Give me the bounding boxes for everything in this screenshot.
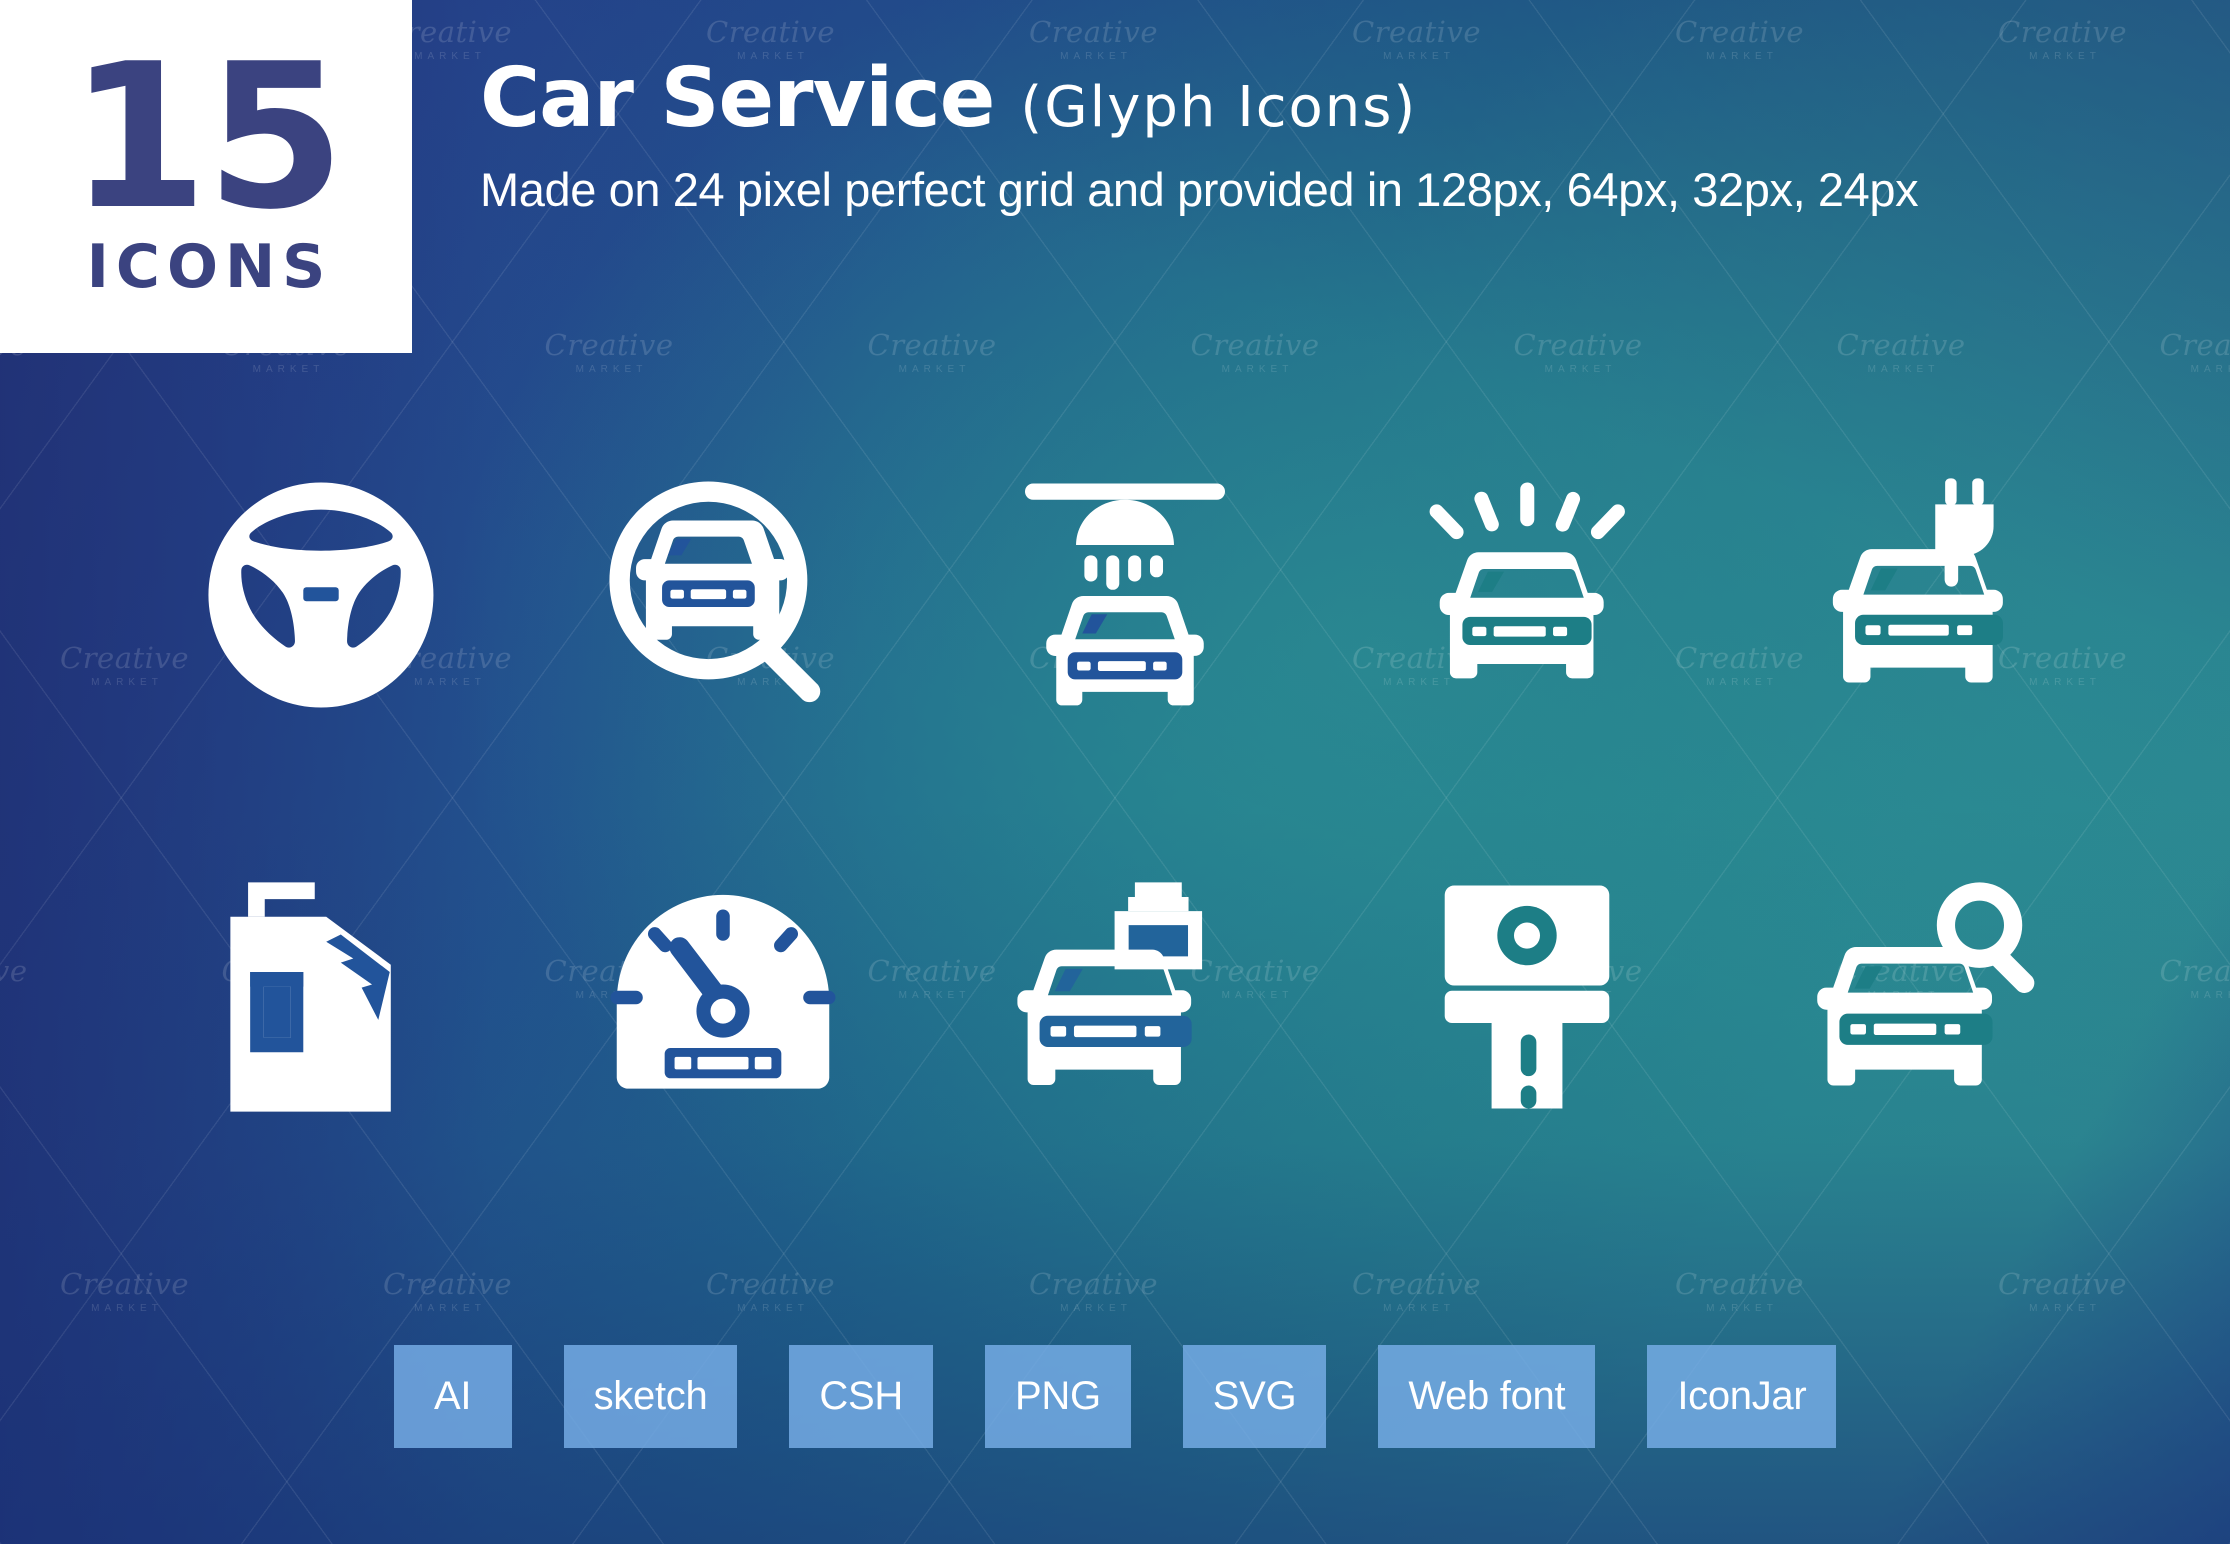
steering-wheel-icon <box>208 482 434 708</box>
icon-count-badge: 15 ICONS <box>0 0 412 353</box>
watermark-sub: MARKET <box>2190 990 2230 1001</box>
watermark: CreativeMARKET <box>1029 18 1158 62</box>
watermark: Creative MARKET <box>868 331 997 375</box>
speedometer-icon <box>610 894 836 1089</box>
page-subtitle: Made on 24 pixel perfect grid and provid… <box>480 163 1919 216</box>
icon-grid <box>120 430 2130 1162</box>
watermark: Creative MARKET <box>706 1270 835 1314</box>
icon-cell-car-inspection[interactable] <box>522 430 924 760</box>
watermark: Creative MARKET <box>2160 331 2230 375</box>
car-wash-icon <box>1025 483 1225 706</box>
watermark-main: Creative <box>1029 15 1158 49</box>
format-chip[interactable]: SVG <box>1182 1345 1327 1448</box>
watermark-sub: MARKET <box>414 1303 486 1314</box>
watermark-sub: MARKET <box>2029 51 2101 62</box>
format-chip[interactable]: sketch <box>563 1345 738 1448</box>
watermark-sub: MARKET <box>1706 1303 1778 1314</box>
watermark-sub: MARKET <box>0 365 27 375</box>
header: Car Service (Glyph Icons) Made on 24 pix… <box>480 58 1919 217</box>
watermark-main: Creative <box>2159 328 2230 362</box>
watermark: Creative MARKET <box>1514 331 1643 375</box>
format-chip[interactable]: IconJar <box>1647 1345 1837 1448</box>
icon-cell-electric-car[interactable] <box>1728 430 2130 760</box>
watermark: Creative MARKET <box>1675 1270 1804 1314</box>
watermark-main: Creative <box>706 15 835 49</box>
watermark: Creative MARKET <box>1998 18 2127 62</box>
icon-cell-oil-canister[interactable] <box>120 832 522 1162</box>
watermark-sub: MARKET <box>898 364 971 375</box>
car-luggage-icon <box>1017 882 1203 1086</box>
watermark-main: Creative <box>1998 1267 2127 1301</box>
watermark-main: Creative <box>1998 15 2127 49</box>
icon-cell-car-wash[interactable] <box>924 430 1326 760</box>
watermark-main: Creative <box>544 328 674 362</box>
icon-count-number: 15 <box>68 20 345 254</box>
watermark-main: Creative <box>1190 328 1320 362</box>
watermark-sub: MARKET <box>575 364 648 375</box>
car-polish-icon <box>1429 482 1625 679</box>
watermark: CreativeMARKET <box>1675 18 1804 62</box>
watermark-main: Creative <box>60 1267 189 1301</box>
watermark-sub: MARKET <box>1221 364 1294 375</box>
watermark: Creative MARKET <box>1191 331 1320 375</box>
spark-plug-icon <box>1444 885 1610 1109</box>
watermark-main: Creative <box>383 1267 512 1301</box>
icon-cell-car-luggage[interactable] <box>924 832 1326 1162</box>
watermark-sub: MARKET <box>1544 364 1617 375</box>
format-chip-row: AI sketch CSH PNG SVG Web font IconJar <box>0 1345 2230 1448</box>
watermark-main: Creative <box>1352 1267 1481 1301</box>
watermark: Creative MARKET <box>1029 1270 1158 1314</box>
watermark-main: Creative <box>1352 15 1481 49</box>
watermark-sub: MARKET <box>91 1303 163 1314</box>
icon-cell-car-polish[interactable] <box>1326 430 1728 760</box>
watermark-main: Creative <box>2159 954 2230 988</box>
watermark-main: Creative <box>1029 1267 1158 1301</box>
format-chip[interactable]: CSH <box>789 1345 933 1448</box>
watermark-sub: MARKET <box>737 1303 809 1314</box>
icon-cell-car-search[interactable] <box>1728 832 2130 1162</box>
watermark: Creative MARKET <box>383 1270 512 1314</box>
watermark-main: Creative <box>1513 328 1643 362</box>
watermark-sub: MARKET <box>1867 364 1940 375</box>
icon-count-label: ICONS <box>86 231 333 302</box>
watermark-sub: MARKET <box>1383 1303 1455 1314</box>
watermark-sub: MARKET <box>2029 1303 2101 1314</box>
watermark-main: Creative <box>1675 1267 1804 1301</box>
watermark-sub: MARKET <box>2190 364 2230 375</box>
watermark-sub: MARKET <box>252 364 325 375</box>
watermark: Creative MARKET <box>1352 1270 1481 1314</box>
icon-cell-spark-plug[interactable] <box>1326 832 1728 1162</box>
car-search-icon <box>1817 882 2035 1086</box>
page-title-main: Car Service <box>480 51 995 146</box>
watermark-main: Creative <box>0 954 28 988</box>
format-chip[interactable]: Web font <box>1378 1345 1596 1448</box>
watermark: Creative MARKET <box>0 957 27 1001</box>
watermark-sub: MARKET <box>1060 1303 1132 1314</box>
watermark: Creative MARKET <box>2160 957 2230 1001</box>
format-chip[interactable]: PNG <box>984 1345 1131 1448</box>
watermark-main: Creative <box>706 1267 835 1301</box>
watermark: CreativeMARKET <box>1352 18 1481 62</box>
watermark: Creative MARKET <box>545 331 674 375</box>
watermark: Creative MARKET <box>1837 331 1966 375</box>
format-chip[interactable]: AI <box>393 1345 512 1448</box>
page-title: Car Service (Glyph Icons) <box>480 58 1918 140</box>
oil-canister-icon <box>230 882 391 1112</box>
watermark-main: Creative <box>1675 15 1804 49</box>
watermark: Creative MARKET <box>60 1270 189 1314</box>
electric-car-icon <box>1832 478 2003 683</box>
watermark-main: Creative <box>867 328 997 362</box>
car-inspection-icon <box>609 481 821 703</box>
watermark-sub: MARKET <box>0 991 27 1001</box>
page-title-sub: (Glyph Icons) <box>1020 75 1418 140</box>
watermark-main: Creative <box>1836 328 1966 362</box>
watermark: Creative MARKET <box>1998 1270 2127 1314</box>
icon-cell-speedometer[interactable] <box>522 832 924 1162</box>
icon-cell-steering-wheel[interactable] <box>120 430 522 760</box>
